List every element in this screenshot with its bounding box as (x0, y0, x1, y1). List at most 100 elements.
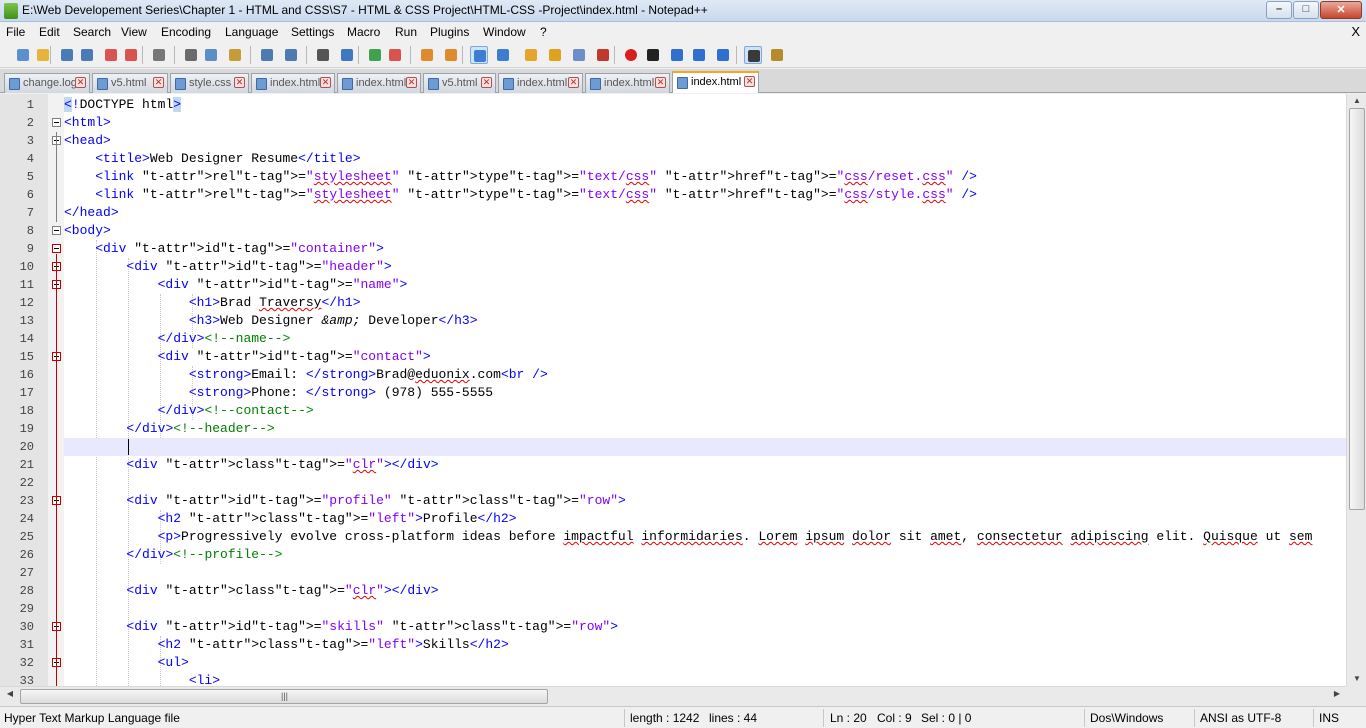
code-line[interactable]: <div "t-attr">id"t-tag">="name"> (64, 276, 1346, 294)
tab-v5-html-2[interactable]: v5.html ✕ (92, 73, 168, 93)
code-line[interactable]: </head> (64, 204, 1346, 222)
play-macro-button[interactable] (668, 46, 686, 64)
code-line[interactable]: <ul> (64, 654, 1346, 672)
code-line[interactable]: <html> (64, 114, 1346, 132)
code-line[interactable]: <p>Progressively evolve cross-platform i… (64, 528, 1346, 546)
code-line[interactable]: <li> (64, 672, 1346, 686)
save-macro-button[interactable] (714, 46, 732, 64)
tab-close-icon[interactable]: ✕ (406, 77, 417, 88)
stop-macro-button[interactable] (644, 46, 662, 64)
code-line[interactable] (64, 474, 1346, 492)
tab-close-icon[interactable]: ✕ (320, 77, 331, 88)
horizontal-scroll-thumb[interactable]: ||| (20, 689, 548, 704)
menu-file[interactable]: File (6, 25, 25, 39)
find-button[interactable] (314, 46, 332, 64)
tab-style-css-3[interactable]: style.css ✕ (170, 73, 249, 93)
redo-button[interactable] (282, 46, 300, 64)
vertical-scrollbar[interactable]: ▲ ▼ (1346, 94, 1366, 686)
save-all-button[interactable] (78, 46, 96, 64)
tab-close-icon[interactable]: ✕ (481, 77, 492, 88)
replace-button[interactable] (338, 46, 356, 64)
code-line[interactable]: </div><!--profile--> (64, 546, 1346, 564)
code-line[interactable]: <div "t-attr">id"t-tag">="profile" "t-at… (64, 492, 1346, 510)
code-line[interactable]: <strong>Phone: </strong> (978) 555-5555 (64, 384, 1346, 402)
indent-guide-button[interactable] (522, 46, 540, 64)
scroll-left-icon[interactable]: ◀ (3, 689, 17, 698)
run-macro-multiple-button[interactable] (690, 46, 708, 64)
menu-help[interactable]: ? (540, 25, 547, 39)
code-line[interactable]: <head> (64, 132, 1346, 150)
menu-settings[interactable]: Settings (291, 25, 334, 39)
code-line[interactable]: <h2 "t-attr">class"t-tag">="left">Skills… (64, 636, 1346, 654)
tab-close-icon[interactable]: ✕ (744, 76, 755, 87)
user-language-button[interactable] (546, 46, 564, 64)
save-button[interactable] (58, 46, 76, 64)
tab-close-icon[interactable]: ✕ (234, 77, 245, 88)
code-line[interactable]: </div><!--contact--> (64, 402, 1346, 420)
sync-vertical-button[interactable] (418, 46, 436, 64)
tab-close-icon[interactable]: ✕ (655, 77, 666, 88)
sync-horizontal-button[interactable] (442, 46, 460, 64)
fold-toggle-icon[interactable] (52, 244, 61, 253)
menu-search[interactable]: Search (73, 25, 111, 39)
code-line[interactable]: <!DOCTYPE html> (64, 96, 1346, 114)
menu-edit[interactable]: Edit (39, 25, 60, 39)
tab-close-icon[interactable]: ✕ (75, 77, 86, 88)
menu-macro[interactable]: Macro (347, 25, 380, 39)
vertical-scroll-thumb[interactable] (1349, 108, 1365, 510)
function-list-button[interactable] (594, 46, 612, 64)
maximize-button[interactable]: □ (1293, 1, 1319, 19)
code-line[interactable]: </div><!--name--> (64, 330, 1346, 348)
scroll-right-icon[interactable]: ▶ (1330, 689, 1344, 698)
tab-index-html-5[interactable]: index.html ✕ (337, 73, 421, 93)
code-line[interactable]: <div "t-attr">id"t-tag">="container"> (64, 240, 1346, 258)
cut-button[interactable] (182, 46, 200, 64)
menu-view[interactable]: View (121, 25, 147, 39)
code-line[interactable]: <div "t-attr">id"t-tag">="header"> (64, 258, 1346, 276)
code-line[interactable]: </div><!--header--> (64, 420, 1346, 438)
code-line[interactable]: <div "t-attr">class"t-tag">="clr"></div> (64, 582, 1346, 600)
tab-v5-html-6[interactable]: v5.html ✕ (423, 73, 496, 93)
menu-encoding[interactable]: Encoding (161, 25, 211, 39)
code-area[interactable]: <!DOCTYPE html> <html> <head> <title>Web D… (64, 94, 1346, 686)
scroll-down-icon[interactable]: ▼ (1347, 672, 1366, 686)
open-file-button[interactable] (34, 46, 52, 64)
code-line[interactable]: <link "t-attr">rel"t-tag">="stylesheet" … (64, 168, 1346, 186)
code-line[interactable]: <h2 "t-attr">class"t-tag">="left">Profil… (64, 510, 1346, 528)
fold-margin[interactable] (48, 94, 64, 686)
scroll-up-icon[interactable]: ▲ (1347, 94, 1366, 108)
fold-toggle-icon[interactable] (52, 118, 61, 127)
code-line[interactable]: <h3>Web Designer &amp; Developer</h3> (64, 312, 1346, 330)
menu-language[interactable]: Language (225, 25, 278, 39)
menu-window[interactable]: Window (483, 25, 526, 39)
close-button[interactable] (102, 46, 120, 64)
code-line[interactable]: <div "t-attr">id"t-tag">="skills" "t-att… (64, 618, 1346, 636)
print-button[interactable] (150, 46, 168, 64)
code-line[interactable]: <body> (64, 222, 1346, 240)
show-all-chars-button[interactable] (494, 46, 512, 64)
copy-button[interactable] (202, 46, 220, 64)
zoom-in-button[interactable] (366, 46, 384, 64)
code-line[interactable]: <strong>Email: </strong>Brad@eduonix.com… (64, 366, 1346, 384)
code-line[interactable]: <h1>Brad Traversy</h1> (64, 294, 1346, 312)
minimize-button[interactable]: – (1266, 1, 1292, 19)
close-document-button[interactable]: X (1351, 24, 1360, 39)
doc-map-button[interactable] (570, 46, 588, 64)
fold-toggle-icon[interactable] (52, 226, 61, 235)
horizontal-scrollbar[interactable]: ◀ ||| ▶ (0, 686, 1346, 706)
undo-button[interactable] (258, 46, 276, 64)
menu-run[interactable]: Run (395, 25, 417, 39)
editor[interactable]: 1 2 3 4 5 6 7 8 9 10 11 12 13 14 15 16 17 18 19 20 21 22 23 24 2… (0, 94, 1366, 686)
tab-index-html-8[interactable]: index.html ✕ (585, 73, 670, 93)
code-line[interactable] (64, 438, 1346, 456)
menu-plugins[interactable]: Plugins (430, 25, 469, 39)
code-line[interactable] (64, 600, 1346, 618)
record-macro-button[interactable] (622, 46, 640, 64)
code-line[interactable]: <title>Web Designer Resume</title> (64, 150, 1346, 168)
tab-index-html-9[interactable]: index.html ✕ (672, 71, 759, 93)
paste-button[interactable] (226, 46, 244, 64)
tab-index-html-7[interactable]: index.html ✕ (498, 73, 583, 93)
plugin-button[interactable] (768, 46, 786, 64)
zoom-out-button[interactable] (386, 46, 404, 64)
tab-index-html-4[interactable]: index.html ✕ (251, 73, 335, 93)
